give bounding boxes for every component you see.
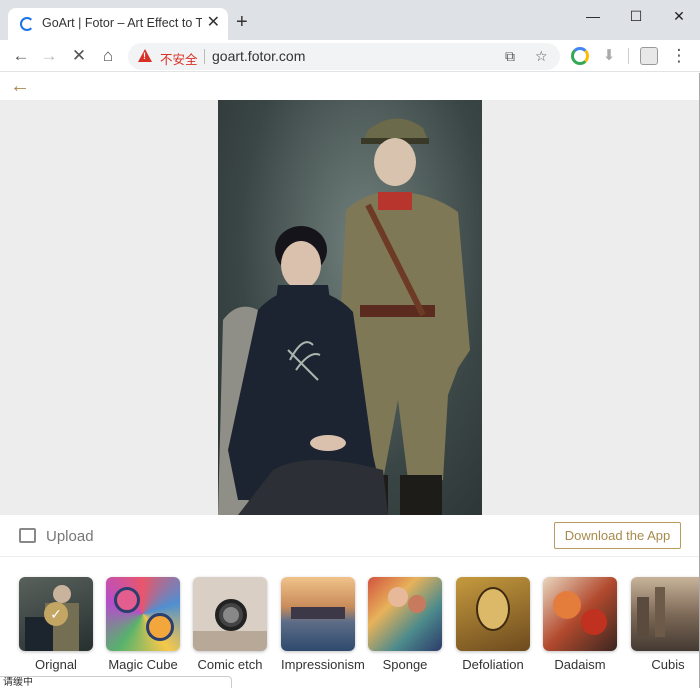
effect-comic-etch[interactable]: Comic etch: [193, 577, 267, 672]
translate-icon[interactable]: ⧉: [505, 47, 515, 65]
back-button[interactable]: ←: [8, 43, 34, 69]
effect-thumbnail[interactable]: [631, 577, 700, 651]
tab-goart[interactable]: GoArt | Fotor – Art Effect to Tra ✕: [8, 8, 228, 40]
effect-cubism[interactable]: Cubis: [631, 577, 700, 672]
image-icon[interactable]: [19, 528, 36, 543]
extension-colorful-icon[interactable]: [571, 47, 589, 65]
tab-close-icon[interactable]: ✕: [207, 13, 220, 33]
effect-thumbnail[interactable]: ✓: [19, 577, 93, 651]
url-text[interactable]: goart.fotor.com: [212, 48, 305, 64]
security-status[interactable]: 不安全: [160, 49, 198, 68]
close-window-button[interactable]: ✕: [659, 4, 699, 28]
new-tab-button[interactable]: +: [236, 10, 248, 34]
effect-thumbnail[interactable]: [543, 577, 617, 651]
download-app-button[interactable]: Download the App: [554, 522, 681, 549]
uploaded-photo: [218, 100, 482, 515]
effect-label: Cubis: [651, 657, 685, 672]
maximize-button[interactable]: ☐: [616, 4, 656, 28]
omnibox-divider: [204, 49, 205, 64]
effect-defoliation[interactable]: Defoliation: [456, 577, 530, 672]
upload-button[interactable]: Upload: [46, 528, 94, 545]
selected-check-icon: ✓: [44, 602, 68, 626]
stop-button[interactable]: ✕: [66, 43, 92, 69]
effect-label: Defoliation: [462, 657, 524, 672]
effect-label: Orignal: [35, 657, 77, 672]
menu-button[interactable]: ⋮: [666, 43, 692, 69]
effect-thumbnail[interactable]: [193, 577, 267, 651]
effect-label: Comic etch: [197, 657, 263, 672]
bookmark-star-icon[interactable]: ☆: [535, 47, 548, 65]
effects-strip: ✓ Orignal Magic Cube Comic etch Impressi…: [0, 557, 700, 688]
tab-strip: GoArt | Fotor – Art Effect to Tra ✕ + — …: [0, 0, 700, 40]
page-header: ←: [0, 73, 700, 100]
minimize-button[interactable]: —: [573, 4, 613, 28]
action-bar: Upload Download the App: [0, 515, 700, 557]
effect-thumbnail[interactable]: [106, 577, 180, 651]
home-button[interactable]: ⌂: [95, 43, 121, 69]
tab-title: GoArt | Fotor – Art Effect to Tra: [42, 16, 202, 30]
effect-magic-cube[interactable]: Magic Cube: [106, 577, 180, 672]
effect-dadaism[interactable]: Dadaism: [543, 577, 617, 672]
effect-impressionism[interactable]: Impressionism: [281, 577, 365, 672]
warning-mark-icon: !: [143, 51, 146, 61]
address-bar[interactable]: ! 不安全 goart.fotor.com ⧉ ☆: [128, 43, 560, 70]
page-back-icon[interactable]: ←: [10, 75, 30, 97]
effect-label: Impressionism: [281, 657, 365, 672]
toolbar-divider: [628, 48, 629, 64]
effect-label: Magic Cube: [108, 657, 178, 672]
effect-sponge[interactable]: Sponge: [368, 577, 442, 672]
effect-orignal[interactable]: ✓ Orignal: [19, 577, 93, 672]
loading-spinner-icon: [20, 17, 34, 31]
effect-thumbnail[interactable]: [368, 577, 442, 651]
effect-thumbnail[interactable]: [281, 577, 355, 651]
effect-label: Sponge: [382, 657, 428, 672]
extension-screen-icon[interactable]: [640, 47, 658, 65]
portrait-illustration: [218, 118, 470, 515]
status-bar: 请缓中: [0, 676, 232, 688]
download-extension-icon[interactable]: ⬇: [596, 43, 622, 69]
effect-thumbnail[interactable]: [456, 577, 530, 651]
browser-toolbar: ← → ✕ ⌂ ! 不安全 goart.fotor.com ⧉ ☆ ⬇ ⋮: [0, 40, 700, 72]
image-stage: [0, 100, 700, 515]
effect-label: Dadaism: [554, 657, 606, 672]
forward-button[interactable]: →: [36, 43, 62, 69]
